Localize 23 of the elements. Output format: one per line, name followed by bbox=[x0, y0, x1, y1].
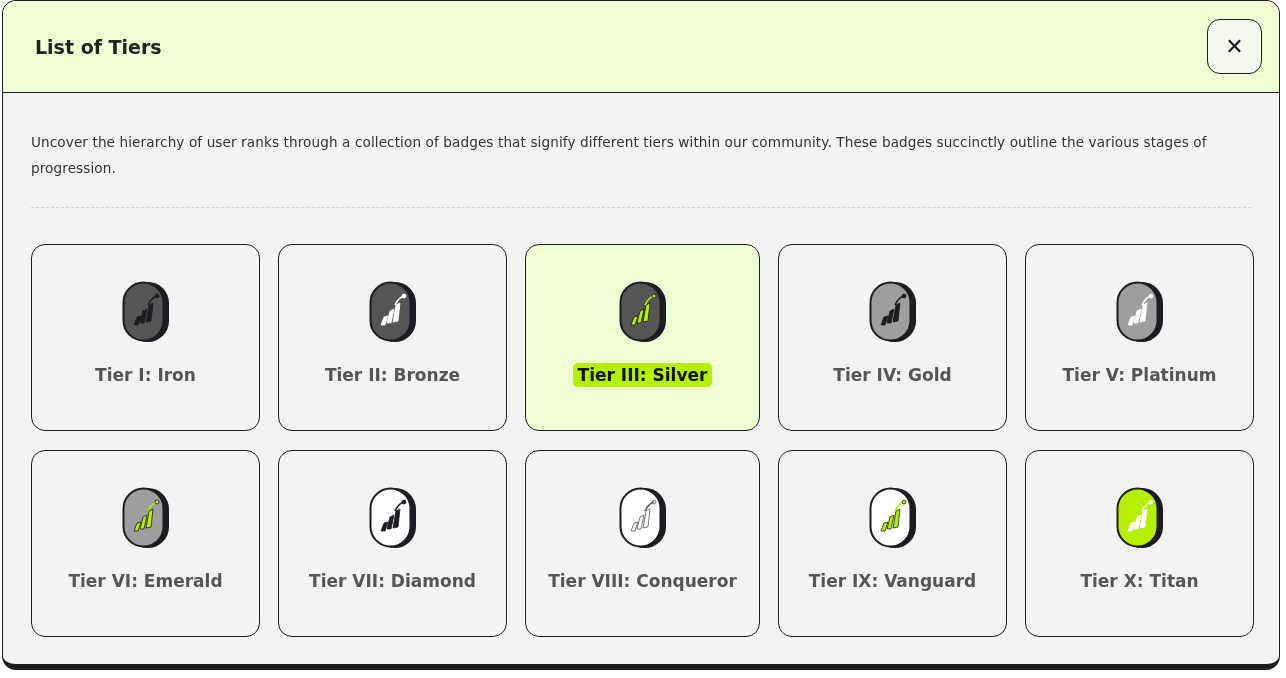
tier-label: Tier III: Silver bbox=[572, 363, 713, 387]
tier-card[interactable]: Tier V: Platinum bbox=[1025, 244, 1254, 431]
tier-label: Tier IX: Vanguard bbox=[807, 570, 978, 593]
tier-label: Tier V: Platinum bbox=[1061, 364, 1218, 387]
tier-card[interactable]: Tier VI: Emerald bbox=[31, 450, 260, 637]
close-button[interactable]: ✕ bbox=[1207, 19, 1262, 74]
tier-label: Tier VI: Emerald bbox=[67, 570, 224, 593]
tier-card[interactable]: Tier III: Silver bbox=[525, 244, 760, 431]
tier-label: Tier VII: Diamond bbox=[308, 570, 477, 593]
tier-card[interactable]: Tier X: Titan bbox=[1025, 450, 1254, 637]
tier-card[interactable]: Tier IX: Vanguard bbox=[778, 450, 1007, 637]
tier-label: Tier VIII: Conqueror bbox=[547, 570, 738, 593]
description: Uncover the hierarchy of user ranks through a collection of badges that signify different tiers within our community. These badges succinctly outline the various stages of progression. bbox=[31, 133, 1208, 178]
tier-label: Tier X: Titan bbox=[1079, 570, 1200, 593]
dialog-title: List of Tiers bbox=[35, 35, 162, 58]
tier-card[interactable]: Tier IV: Gold bbox=[778, 244, 1007, 431]
tier-card[interactable]: Tier VII: Diamond bbox=[278, 450, 507, 637]
tier-label: Tier IV: Gold bbox=[832, 364, 953, 387]
tier-label: Tier II: Bronze bbox=[323, 364, 462, 387]
tier-card[interactable]: Tier VIII: Conqueror bbox=[525, 450, 760, 637]
tier-card[interactable]: Tier II: Bronze bbox=[278, 244, 507, 431]
tier-card[interactable]: Tier I: Iron bbox=[31, 244, 260, 431]
tier-label: Tier I: Iron bbox=[94, 364, 197, 387]
